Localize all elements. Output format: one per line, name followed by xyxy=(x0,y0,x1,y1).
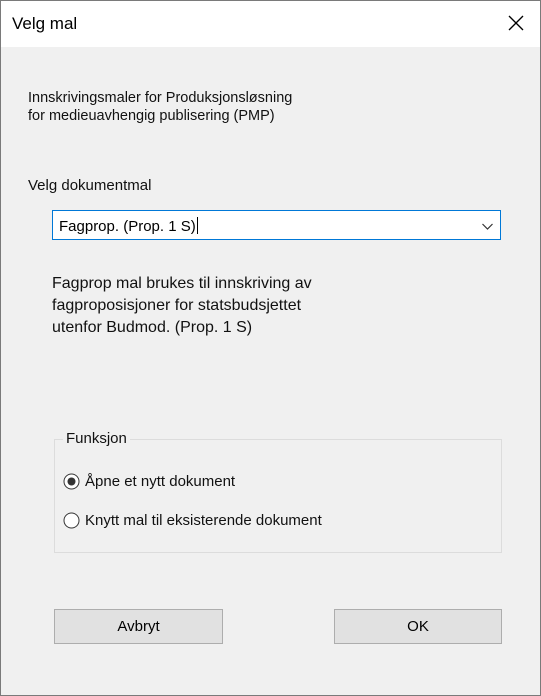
description-line: fagproposisjoner for statsbudsjettet xyxy=(52,297,302,314)
radio-label: Åpne et nytt dokument xyxy=(85,472,236,490)
chevron-down-icon[interactable] xyxy=(481,220,494,233)
function-groupbox xyxy=(54,439,502,553)
radio-unselected-icon[interactable] xyxy=(63,512,80,529)
radio-open-new-document[interactable]: Åpne et nytt dokument xyxy=(63,471,235,491)
close-icon xyxy=(508,15,524,31)
intro-line: Innskrivingsmaler for Produksjonsløsning xyxy=(28,90,293,106)
function-group-legend: Funksjon xyxy=(63,430,130,447)
close-button[interactable] xyxy=(498,5,534,41)
template-select-label: Velg dokumentmal xyxy=(28,177,152,194)
radio-label: Knytt mal til eksisterende dokument xyxy=(85,511,322,529)
template-select-value: Fagprop. (Prop. 1 S) xyxy=(59,217,198,235)
title-bar: Velg mal xyxy=(1,1,540,47)
cancel-button[interactable]: Avbryt xyxy=(54,609,223,644)
intro-text: Innskrivingsmaler for Produksjonsløsning… xyxy=(28,89,448,125)
text-caret xyxy=(196,217,198,234)
description-line: Fagprop mal brukes til innskriving av xyxy=(52,275,312,292)
radio-selected-icon[interactable] xyxy=(63,473,80,490)
window-title: Velg mal xyxy=(12,14,78,33)
template-select[interactable]: Fagprop. (Prop. 1 S) xyxy=(52,210,501,240)
description-line: utenfor Budmod. (Prop. 1 S) xyxy=(52,319,253,336)
radio-attach-to-existing-document[interactable]: Knytt mal til eksisterende dokument xyxy=(63,510,322,530)
ok-button[interactable]: OK xyxy=(334,609,502,644)
intro-line: for medieuavhengig publisering (PMP) xyxy=(28,108,275,124)
template-description: Fagprop mal brukes til innskriving av fa… xyxy=(52,273,472,339)
dialog-window: Velg mal Innskrivingsmaler for Produksjo… xyxy=(0,0,541,696)
